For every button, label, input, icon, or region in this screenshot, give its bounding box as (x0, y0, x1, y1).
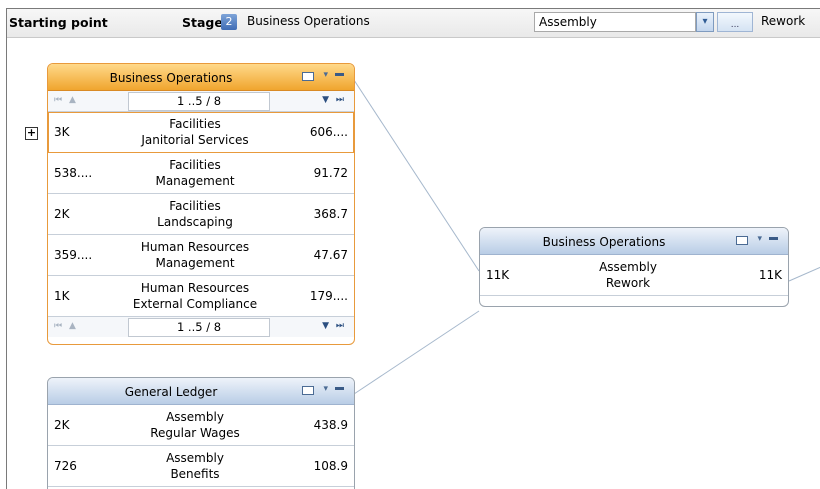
connector-line-top (353, 79, 480, 272)
row-label-line1: Assembly (599, 260, 657, 274)
row-label-line1: Human Resources (140, 240, 250, 254)
row-label-line2: Landscaping (157, 215, 233, 229)
row-right-value: 368.7 (313, 207, 348, 221)
chevron-down-icon[interactable]: ▾ (323, 70, 328, 80)
pager-next-icon[interactable]: ▼ ⏭ (322, 95, 346, 105)
row-right-value: 438.9 (313, 418, 348, 432)
row-left-value: 726 (54, 459, 77, 473)
connector-line-bottom (353, 310, 480, 395)
row-label: Assembly Regular Wages (116, 409, 274, 441)
row-label-line2: Regular Wages (150, 426, 240, 440)
row-label-line1: Human Resources (140, 281, 250, 295)
row-label-line2: Management (155, 174, 235, 188)
node-header: General Ledger ▾ (48, 378, 354, 405)
table-row[interactable]: 11K Assembly Rework 11K (480, 255, 788, 296)
cost-flow-frame: Starting point Stage 2 Business Operatio… (6, 8, 820, 489)
row-left-value: 3K (54, 125, 70, 139)
table-row[interactable]: 2K Facilities Landscaping 368.7 (48, 194, 354, 235)
chevron-down-icon[interactable]: ▾ (757, 234, 762, 244)
pager-range: 1 ..5 / 8 (128, 92, 270, 111)
window-icon[interactable] (302, 386, 314, 395)
row-right-value: 179.... (309, 289, 348, 303)
row-label-line1: Facilities (169, 158, 221, 172)
row-label: Facilities Janitorial Services (116, 116, 274, 148)
table-row[interactable]: 1K Human Resources External Compliance 17… (48, 276, 354, 317)
minimize-icon[interactable] (335, 73, 344, 76)
pager-bottom: ⏮ ▲ 1 ..5 / 8 ▼ ⏭ (48, 317, 354, 337)
row-label: Human Resources External Compliance (116, 280, 274, 312)
row-right-value: 108.9 (313, 459, 348, 473)
row-label-line2: External Compliance (132, 297, 258, 311)
pager-top: ⏮ ▲ 1 ..5 / 8 ▼ ⏭ (48, 91, 354, 112)
window-icon[interactable] (302, 72, 314, 81)
table-row[interactable]: 726 Assembly Benefits 108.9 (48, 446, 354, 487)
node-title: General Ledger (124, 385, 218, 399)
pager-prev-icon[interactable]: ⏮ ▲ (54, 95, 78, 105)
pager-range: 1 ..5 / 8 (128, 318, 270, 337)
pager-prev-icon[interactable]: ⏮ ▲ (54, 321, 78, 331)
table-row[interactable]: 3K Facilities Janitorial Services 606.... (48, 112, 354, 153)
row-label: Facilities Landscaping (116, 198, 274, 230)
row-label: Assembly Rework (548, 259, 708, 291)
row-label-line2: Benefits (170, 467, 220, 481)
row-label-line1: Assembly (166, 410, 224, 424)
chevron-down-icon[interactable]: ▾ (323, 384, 328, 394)
row-right-value: 11K (758, 268, 782, 282)
minimize-icon[interactable] (335, 387, 344, 390)
node-header: Business Operations ▾ (48, 64, 354, 91)
node-title: Business Operations (109, 71, 233, 85)
table-row[interactable]: 538.... Facilities Management 91.72 (48, 153, 354, 194)
row-right-value: 606.... (309, 125, 348, 139)
row-label: Facilities Management (116, 157, 274, 189)
row-label-line1: Assembly (166, 451, 224, 465)
row-left-value: 538.... (54, 166, 93, 180)
row-left-value: 2K (54, 207, 70, 221)
business-operations-target-node: Business Operations ▾ 11K Assembly Rework… (479, 227, 789, 307)
row-label: Human Resources Management (116, 239, 274, 271)
business-operations-node: Business Operations ▾ ⏮ ▲ 1 ..5 / 8 ▼ ⏭ … (47, 63, 355, 345)
table-row[interactable]: 2K Assembly Regular Wages 438.9 (48, 405, 354, 446)
row-label: Assembly Benefits (116, 450, 274, 482)
node-header: Business Operations ▾ (480, 228, 788, 255)
row-label-line1: Facilities (169, 117, 221, 131)
row-right-value: 47.67 (313, 248, 348, 262)
row-left-value: 359.... (54, 248, 93, 262)
row-label-line2: Management (155, 256, 235, 270)
row-label-line2: Rework (605, 276, 651, 290)
row-left-value: 2K (54, 418, 70, 432)
expand-icon[interactable]: + (25, 127, 38, 140)
table-row[interactable]: 359.... Human Resources Management 47.67 (48, 235, 354, 276)
general-ledger-node: General Ledger ▾ 2K Assembly Regular Wage… (47, 377, 355, 489)
row-left-value: 1K (54, 289, 70, 303)
row-left-value: 11K (486, 268, 510, 282)
pager-next-icon[interactable]: ▼ ⏭ (322, 321, 346, 331)
window-icon[interactable] (736, 236, 748, 245)
row-label-line2: Janitorial Services (141, 133, 249, 147)
minimize-icon[interactable] (769, 237, 778, 240)
row-label-line1: Facilities (169, 199, 221, 213)
node-title: Business Operations (542, 235, 666, 249)
row-right-value: 91.72 (313, 166, 348, 180)
connector-line-right (788, 266, 820, 282)
